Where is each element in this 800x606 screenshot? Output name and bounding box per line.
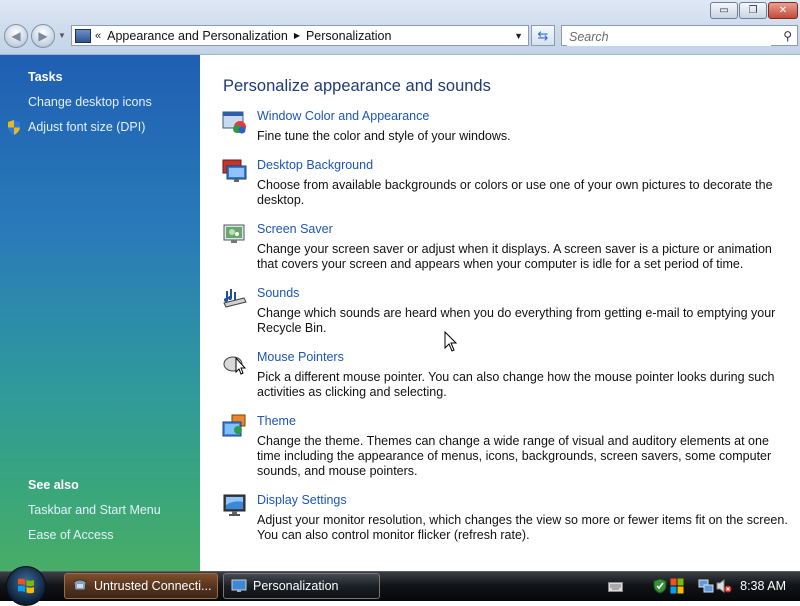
change-desktop-icons-link[interactable]: Change desktop icons: [28, 95, 152, 109]
refresh-button[interactable]: ⇆: [531, 25, 555, 46]
taskbar-start-menu-link[interactable]: Taskbar and Start Menu: [28, 503, 161, 517]
back-arrow-icon: ◀: [11, 29, 21, 43]
window-color-link[interactable]: Window Color and Appearance: [257, 109, 429, 123]
keyboard-icon[interactable]: [608, 582, 623, 592]
close-icon: ✕: [778, 5, 788, 16]
minimize-button[interactable]: ▭: [710, 2, 738, 19]
ease-of-access-link[interactable]: Ease of Access: [28, 528, 113, 542]
volume-muted-icon[interactable]: [716, 578, 732, 594]
back-button[interactable]: ◀: [4, 24, 28, 48]
item-description: Choose from available backgrounds or col…: [257, 178, 773, 207]
desktop-background-link[interactable]: Desktop Background: [257, 158, 373, 172]
mouse-cursor-icon: [444, 331, 458, 352]
taskbar-button-untrusted-connection[interactable]: Untrusted Connecti...: [64, 573, 218, 599]
refresh-icon: ⇆: [537, 27, 549, 43]
taskbar-button-personalization[interactable]: Personalization: [223, 573, 380, 599]
mouse-pointers-icon: [223, 356, 247, 375]
item-description: Pick a different mouse pointer. You can …: [257, 370, 775, 399]
theme-link[interactable]: Theme: [257, 414, 296, 428]
item-description: Fine tune the color and style of your wi…: [257, 129, 511, 143]
item-description: Adjust your monitor resolution, which ch…: [257, 513, 788, 542]
maximize-icon: ❐: [748, 5, 758, 16]
security-warning-icon: [73, 579, 87, 591]
minimize-icon: ▭: [719, 5, 729, 16]
security-center-icon[interactable]: [670, 578, 684, 594]
address-bar[interactable]: « Appearance and Personalization ▶ Perso…: [71, 25, 529, 46]
forward-arrow-icon: ▶: [38, 29, 48, 43]
windows-logo-icon: [18, 578, 34, 594]
taskbar-button-label: Untrusted Connecti...: [94, 579, 212, 593]
page-title: Personalize appearance and sounds: [223, 77, 491, 95]
breadcrumb-personalization[interactable]: Personalization: [306, 29, 391, 43]
screen-saver-icon: [223, 224, 245, 243]
notification-area: 8:38 AM: [598, 573, 800, 600]
sounds-link[interactable]: Sounds: [257, 286, 299, 300]
screen-saver-link[interactable]: Screen Saver: [257, 222, 333, 236]
taskbar-button-label: Personalization: [253, 579, 339, 593]
theme-icon: [222, 414, 246, 437]
search-icon[interactable]: ⚲: [783, 29, 792, 43]
uac-shield-icon: [8, 120, 20, 135]
window-chrome: ▭ ❐ ✕ ◀ ▶ ▼ « Appearance and Personaliza…: [0, 0, 800, 55]
tasks-heading: Tasks: [28, 70, 63, 84]
task-pane: Tasks Change desktop icons Adjust font s…: [0, 55, 200, 571]
personalization-icon: [231, 579, 247, 592]
content-pane: Personalize appearance and sounds Window…: [200, 55, 800, 571]
breadcrumb-appearance[interactable]: Appearance and Personalization: [107, 29, 288, 43]
control-panel-icon: [75, 28, 91, 43]
address-dropdown-icon[interactable]: ▼: [514, 31, 523, 41]
breadcrumb-separator-icon[interactable]: ▶: [294, 31, 300, 40]
network-icon[interactable]: [698, 578, 714, 594]
item-description: Change which sounds are heard when you d…: [257, 306, 776, 335]
close-button[interactable]: ✕: [768, 2, 798, 19]
forward-button[interactable]: ▶: [31, 24, 55, 48]
clock[interactable]: 8:38 AM: [740, 579, 786, 593]
maximize-button[interactable]: ❐: [739, 2, 767, 19]
recent-pages-dropdown[interactable]: ▼: [58, 31, 66, 40]
window-color-icon: [222, 111, 246, 134]
search-input[interactable]: [567, 27, 771, 46]
windows-defender-icon[interactable]: [652, 578, 668, 594]
display-settings-link[interactable]: Display Settings: [257, 493, 347, 507]
item-description: Change your screen saver or adjust when …: [257, 242, 772, 271]
sounds-icon: [223, 289, 247, 308]
mouse-pointers-link[interactable]: Mouse Pointers: [257, 350, 344, 364]
taskbar: Untrusted Connecti... Personalization 8:…: [0, 566, 800, 606]
display-settings-icon: [223, 494, 246, 516]
start-button[interactable]: [6, 566, 46, 606]
search-box[interactable]: ⚲: [561, 25, 798, 46]
see-also-heading: See also: [28, 478, 79, 492]
desktop-background-icon: [222, 159, 247, 182]
adjust-font-size-link[interactable]: Adjust font size (DPI): [28, 120, 145, 134]
breadcrumb-overflow-chevron[interactable]: «: [95, 30, 101, 42]
item-description: Change the theme. Themes can change a wi…: [257, 434, 772, 478]
